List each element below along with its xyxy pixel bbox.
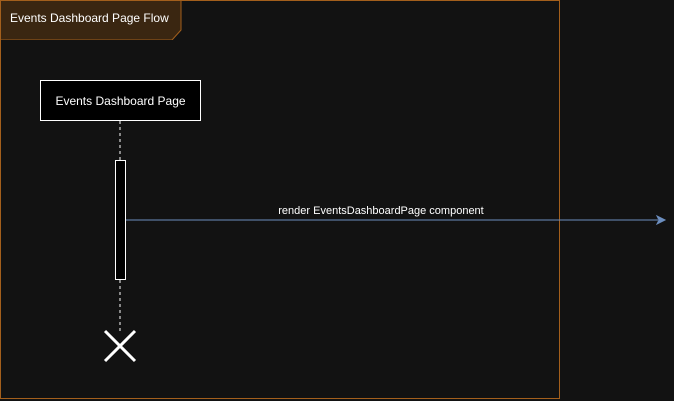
message-label: render EventsDashboardPage component xyxy=(278,205,484,217)
diagram-lines xyxy=(103,121,667,363)
destroy-x-icon xyxy=(103,329,137,363)
participant-label: Events Dashboard Page xyxy=(55,93,186,108)
activation-bar xyxy=(115,160,126,280)
participant-box[interactable]: Events Dashboard Page xyxy=(40,80,201,121)
sequence-diagram-canvas: Events Dashboard Page Flow Events Dashbo… xyxy=(0,0,674,401)
message-arrow-head xyxy=(655,214,667,226)
